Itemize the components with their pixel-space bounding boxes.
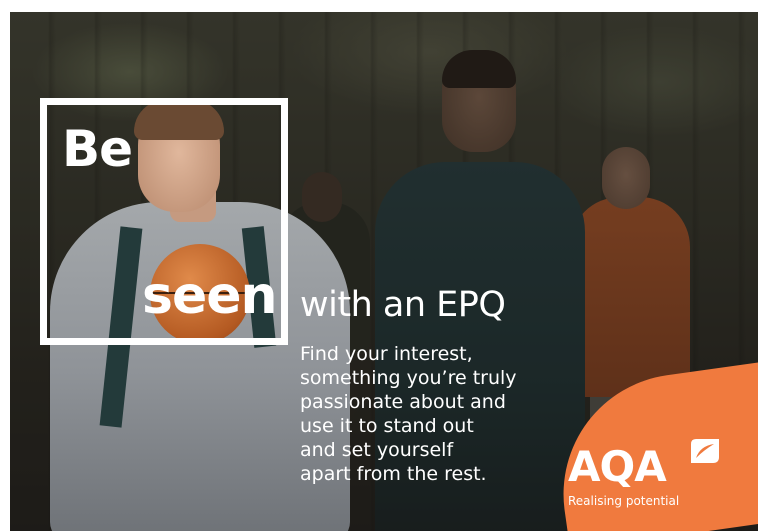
body-line: Find your interest, [300,343,473,365]
headline-with-an-epq: with an EPQ [300,285,506,325]
headline-word-be: Be [62,120,133,178]
headline-word-seen: seen [142,266,278,326]
body-line: passionate about and [300,391,506,413]
aqa-leaf-icon [691,439,719,463]
body-copy: Find your interest, something you’re tru… [300,342,550,486]
body-line: use it to stand out [300,415,474,437]
body-line: and set yourself [300,439,454,461]
aqa-tagline: Realising potential [568,494,680,508]
body-line: something you’re truly [300,367,517,389]
body-line: apart from the rest. [300,463,487,485]
aqa-logo-text: AQA [568,442,667,491]
